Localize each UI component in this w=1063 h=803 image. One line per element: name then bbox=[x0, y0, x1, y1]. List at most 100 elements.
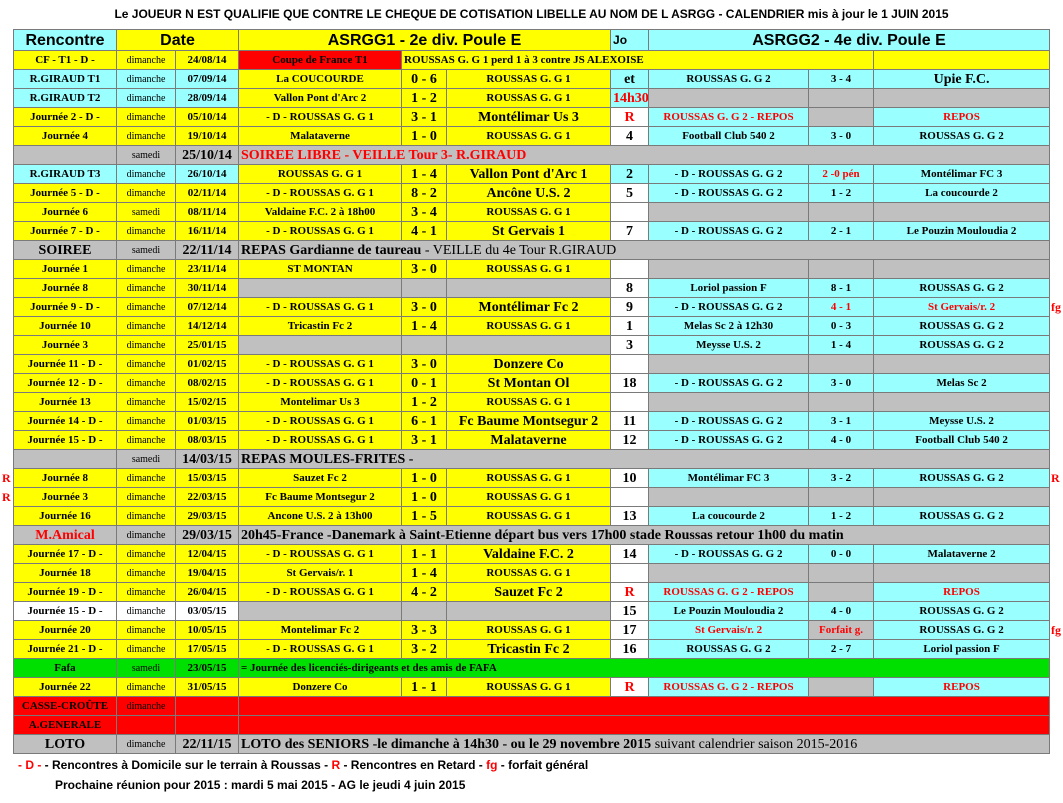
team1-away: ROUSSAS G. G 1 bbox=[445, 468, 612, 488]
table-row: Journée 20 dimanche 10/05/15 Montelimar Fc … bbox=[13, 620, 1051, 640]
team2-score bbox=[808, 354, 875, 374]
team2-home bbox=[648, 202, 810, 222]
table-row: SOIREE samedi 22/11/14 REPAS Gardianne de t… bbox=[13, 240, 1051, 260]
header-jo: Jo bbox=[610, 29, 650, 51]
table-row: Journée 21 - D - dimanche 17/05/15- D - RO… bbox=[13, 639, 1051, 659]
team2-away: ROUSSAS G. G 2 bbox=[873, 126, 1051, 146]
journee-number: R bbox=[610, 582, 650, 602]
team1-score: 1 - 2 bbox=[401, 392, 447, 412]
day-cell: dimanche bbox=[116, 430, 176, 450]
team1-home bbox=[238, 278, 402, 298]
empty-cell bbox=[873, 50, 1051, 70]
table-row: Journée 11 - D - dimanche 01/02/15- D - RO… bbox=[13, 354, 1051, 374]
day-cell: dimanche bbox=[116, 525, 176, 545]
team1-score bbox=[401, 335, 447, 355]
team2-score: 2 -0 pén bbox=[808, 164, 875, 184]
team2-home: Meysse U.S. 2 bbox=[648, 335, 810, 355]
table-row: R.GIRAUD T2 dimanche 28/09/14 Vallon Pont d… bbox=[13, 88, 1051, 108]
team1-away: ROUSSAS G. G 1 bbox=[445, 506, 612, 526]
legend-fg-mark: fg bbox=[486, 758, 498, 772]
team1-away: St Montan Ol bbox=[445, 373, 612, 393]
day-cell: dimanche bbox=[116, 107, 176, 127]
day-cell: dimanche bbox=[116, 696, 176, 716]
team1-away: Valdaine F.C. 2 bbox=[445, 544, 612, 564]
header-rencontre: Rencontre bbox=[13, 29, 117, 51]
journee-number: 18 bbox=[610, 373, 650, 393]
team2-home: - D - ROUSSAS G. G 2 bbox=[648, 164, 810, 184]
rencontre-cell: R.GIRAUD T1 bbox=[13, 69, 117, 89]
team1-score: 1 - 5 bbox=[401, 506, 447, 526]
rencontre-cell: Journée 1 bbox=[13, 259, 117, 279]
journee-number bbox=[610, 563, 650, 583]
journee-number bbox=[610, 259, 650, 279]
team2-score bbox=[808, 202, 875, 222]
table-row: CASSE-CROÛTE dimanche 31/05/15 casse-croûte… bbox=[13, 696, 1051, 716]
team2-home: - D - ROUSSAS G. G 2 bbox=[648, 183, 810, 203]
rencontre-cell: Journée 20 bbox=[13, 620, 117, 640]
table-row: Fafa samedi 23/05/15 = Journée des licencié… bbox=[13, 658, 1051, 678]
journee-number: 1 bbox=[610, 316, 650, 336]
day-cell: dimanche bbox=[116, 373, 176, 393]
team2-home bbox=[648, 88, 810, 108]
header-date: Date bbox=[116, 29, 239, 51]
team2-away: ROUSSAS G. G 2 bbox=[873, 278, 1051, 298]
team2-score: 3 - 4 bbox=[808, 69, 875, 89]
journee-number: 15 bbox=[610, 601, 650, 621]
team2-home: Melas Sc 2 à 12h30 bbox=[648, 316, 810, 336]
team2-score: 4 - 1 bbox=[808, 297, 875, 317]
table-row: Journée 3 dimanche 22/03/15 Fc Baume Montse… bbox=[13, 487, 1051, 507]
team1-score: 3 - 0 bbox=[401, 354, 447, 374]
table-row: Journée 16 dimanche 29/03/15 Ancone U.S. 2 … bbox=[13, 506, 1051, 526]
event-text: REPAS Gardianne de taureau bbox=[241, 242, 422, 258]
date-cell: 15/02/15 bbox=[175, 392, 239, 412]
table-row: M.Amical dimanche 29/03/15 20h45-France -Da… bbox=[13, 525, 1051, 545]
team2-away: ROUSSAS G. G 2 bbox=[873, 335, 1051, 355]
table-row: Journée 8 dimanche 15/03/15 Sauzet Fc 21 - … bbox=[13, 468, 1051, 488]
team1-score: 1 - 0 bbox=[401, 468, 447, 488]
team1-home: - D - ROUSSAS G. G 1 bbox=[238, 107, 402, 127]
team1-score: 3 - 1 bbox=[401, 107, 447, 127]
team1-home: - D - ROUSSAS G. G 1 bbox=[238, 430, 402, 450]
team2-home: - D - ROUSSAS G. G 2 bbox=[648, 544, 810, 564]
date-cell: 25/01/15 bbox=[175, 335, 239, 355]
journee-number: 11 bbox=[610, 411, 650, 431]
team2-home: - D - ROUSSAS G. G 2 bbox=[648, 430, 810, 450]
team1-away: Fc Baume Montsegur 2 bbox=[445, 411, 612, 431]
team1-away bbox=[445, 278, 612, 298]
rencontre-cell: Journée 8 bbox=[13, 468, 117, 488]
rencontre-cell bbox=[13, 145, 117, 165]
day-cell: dimanche bbox=[116, 468, 176, 488]
journee-number bbox=[610, 392, 650, 412]
team2-home: ROUSSAS G. G 2 bbox=[648, 639, 810, 659]
rencontre-cell: Journée 2 - D - bbox=[13, 107, 117, 127]
day-cell: samedi bbox=[116, 449, 176, 469]
team1-away: St Gervais 1 bbox=[445, 221, 612, 241]
team1-score: 8 - 2 bbox=[401, 183, 447, 203]
journee-number: R bbox=[610, 677, 650, 697]
date-cell: 07/09/14 bbox=[175, 69, 239, 89]
team1-away: ROUSSAS G. G 1 bbox=[445, 677, 612, 697]
table-row: Journée 17 - D - dimanche 12/04/15- D - RO… bbox=[13, 544, 1051, 564]
team2-score: 0 - 3 bbox=[808, 316, 875, 336]
team2-score: 0 - 0 bbox=[808, 544, 875, 564]
rencontre-cell: Journée 4 bbox=[13, 126, 117, 146]
rencontre-cell: CF - T1 - D - bbox=[13, 50, 117, 70]
journee-number: 12 bbox=[610, 430, 650, 450]
team2-score: Forfait g. bbox=[808, 620, 875, 640]
event-cell: 20h45-France -Danemark à Saint-Etienne d… bbox=[237, 525, 1051, 545]
team1-score: 0 - 1 bbox=[401, 373, 447, 393]
rencontre-cell: Journée 12 - D - bbox=[13, 373, 117, 393]
team2-home: - D - ROUSSAS G. G 2 bbox=[648, 221, 810, 241]
table-row: Journée 10 dimanche 14/12/14 Tricastin Fc 2… bbox=[13, 316, 1051, 336]
side-mark: R bbox=[2, 490, 11, 504]
team1-away: ROUSSAS G. G 1 bbox=[445, 202, 612, 222]
team2-score: 1 - 2 bbox=[808, 506, 875, 526]
cup-result: ROUSSAS G. G 1 perd 1 à 3 contre JS ALEX… bbox=[400, 50, 875, 70]
date-cell: 05/10/14 bbox=[175, 107, 239, 127]
date-cell: 08/11/14 bbox=[175, 202, 239, 222]
team1-home: Donzere Co bbox=[238, 677, 402, 697]
team1-home: - D - ROUSSAS G. G 1 bbox=[238, 411, 402, 431]
journee-number: 14h30 bbox=[610, 88, 650, 108]
team1-away: ROUSSAS G. G 1 bbox=[445, 487, 612, 507]
table-row: Journée 7 - D - dimanche 16/11/14- D - ROU… bbox=[13, 221, 1051, 241]
